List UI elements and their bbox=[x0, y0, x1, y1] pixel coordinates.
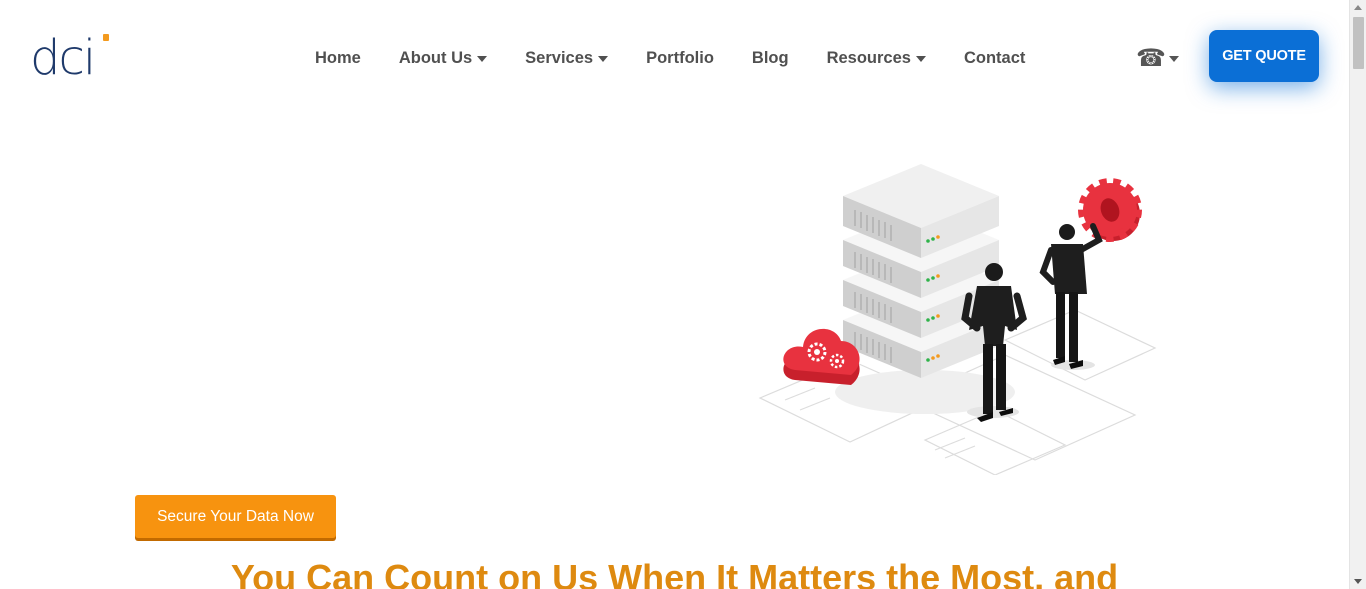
nav-portfolio-label: Portfolio bbox=[646, 48, 714, 67]
scrollbar[interactable] bbox=[1349, 0, 1366, 589]
chevron-down-icon bbox=[477, 55, 488, 62]
chevron-down-icon bbox=[1168, 55, 1179, 62]
scroll-up-arrow-icon[interactable] bbox=[1354, 5, 1362, 10]
phone-dropdown[interactable]: ☎ bbox=[1136, 44, 1179, 72]
server-illustration bbox=[758, 164, 1157, 475]
hero-headline: You Can Count on Us When It Matters the … bbox=[230, 557, 1119, 589]
server-rack bbox=[843, 164, 999, 378]
get-quote-button[interactable]: GET QUOTE bbox=[1209, 30, 1319, 82]
nav-services[interactable]: Services bbox=[506, 38, 627, 78]
main-nav: Home About Us Services Portfolio Blog Re… bbox=[296, 38, 1044, 78]
logo[interactable]: dci bbox=[30, 30, 112, 82]
person-figure-2 bbox=[1039, 223, 1103, 370]
site-header: dci Home About Us Services Portfolio Blo… bbox=[0, 0, 1349, 112]
nav-home-label: Home bbox=[315, 48, 361, 67]
logo-text: dci bbox=[30, 30, 96, 86]
logo-dot bbox=[103, 34, 109, 41]
nav-about-label: About Us bbox=[398, 48, 473, 67]
nav-about-us[interactable]: About Us bbox=[380, 38, 506, 78]
gear-icon bbox=[1078, 178, 1142, 242]
nav-blog[interactable]: Blog bbox=[733, 38, 808, 78]
scroll-thumb[interactable] bbox=[1353, 17, 1364, 69]
nav-services-label: Services bbox=[525, 48, 594, 67]
nav-blog-label: Blog bbox=[751, 48, 789, 67]
secure-data-button[interactable]: Secure Your Data Now bbox=[135, 495, 336, 538]
nav-portfolio[interactable]: Portfolio bbox=[627, 38, 733, 78]
nav-resources-label: Resources bbox=[826, 48, 911, 67]
nav-contact-label: Contact bbox=[963, 48, 1026, 67]
scroll-down-arrow-icon[interactable] bbox=[1354, 579, 1362, 584]
chevron-down-icon bbox=[915, 55, 926, 62]
phone-icon: ☎ bbox=[1136, 44, 1166, 72]
nav-resources[interactable]: Resources bbox=[808, 38, 945, 78]
chevron-down-icon bbox=[598, 55, 609, 62]
nav-home[interactable]: Home bbox=[296, 38, 380, 78]
nav-contact[interactable]: Contact bbox=[945, 38, 1044, 78]
